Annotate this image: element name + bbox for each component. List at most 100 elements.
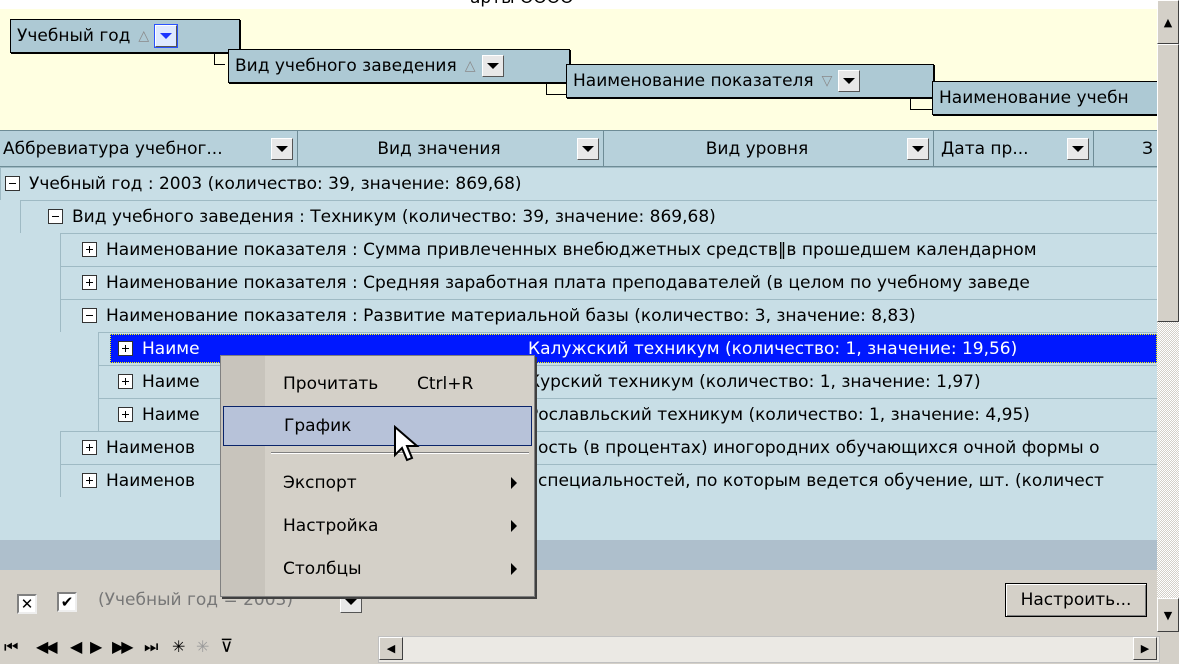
group-chip-label: Учебный год — [17, 26, 131, 46]
menu-item-columns[interactable]: Столбцы — [223, 549, 532, 589]
group-row-year[interactable]: Учебный год : 2003 (количество: 39, знач… — [0, 167, 1157, 200]
group-row-indicator[interactable]: Наименование показателя : Сумма привлече… — [0, 233, 1157, 266]
column-header-row: Аббревиатура учебног... Вид значения Вид… — [0, 130, 1157, 167]
horizontal-scrollbar[interactable]: ◀ ▶ — [378, 636, 1160, 663]
column-header-abbreviation[interactable]: Аббревиатура учебног... — [0, 131, 298, 166]
row-label: специальностей, по которым ведется обуче… — [538, 470, 1104, 491]
row-label: Наименование показателя : Сумма привлече… — [106, 239, 1037, 260]
clear-filter-button[interactable]: ✕ — [17, 594, 37, 614]
collapse-icon[interactable] — [82, 308, 97, 323]
group-row-indicator[interactable]: Наименование показателя : Средняя зарабо… — [0, 266, 1157, 299]
submenu-arrow-icon — [511, 477, 517, 489]
last-record-icon[interactable]: ⏭ — [144, 636, 159, 658]
group-row-institution-selected[interactable]: Наиме Калужский техникум (количество: 1,… — [0, 332, 1157, 365]
sort-asc-icon: △ — [464, 58, 476, 74]
group-chip-indicator-name[interactable]: Наименование показателя ▽ — [566, 64, 934, 98]
insert-record-icon[interactable]: ✳ — [172, 636, 186, 658]
group-row-institution[interactable]: Наиме Курский техникум (количество: 1, з… — [0, 365, 1157, 398]
row-label: Наиме — [142, 338, 200, 359]
submenu-arrow-icon — [511, 520, 517, 532]
chevron-down-icon[interactable] — [154, 24, 179, 48]
menu-item-settings[interactable]: Настройка — [223, 506, 532, 546]
row-label: Вид учебного заведения : Техникум (колич… — [72, 206, 716, 227]
group-chip-label: Вид учебного заведения — [235, 56, 457, 76]
sort-desc-icon: ▽ — [821, 73, 833, 89]
group-row-indicator[interactable]: Наименов ость (в процентах) иногородних … — [0, 431, 1157, 464]
scroll-thumb[interactable] — [1157, 44, 1179, 322]
chevron-down-icon[interactable] — [271, 137, 293, 160]
row-label: Наименов — [106, 470, 196, 491]
submenu-arrow-icon — [511, 563, 517, 575]
group-chip-year[interactable]: Учебный год △ — [10, 19, 240, 53]
prev-page-icon[interactable]: ◀◀ — [36, 636, 58, 658]
collapse-icon[interactable] — [48, 209, 63, 224]
filter-icon[interactable]: ⊽ — [220, 636, 233, 658]
group-row-indicator[interactable]: Наименов специальностей, по которым веде… — [0, 464, 1157, 497]
prev-record-icon[interactable]: ◀ — [70, 636, 82, 658]
chevron-down-icon[interactable] — [481, 55, 504, 77]
expand-icon[interactable] — [82, 473, 97, 488]
column-header-partial[interactable]: З — [1094, 131, 1157, 166]
row-label: Наименование показателя : Средняя зарабо… — [106, 272, 1030, 293]
group-chip-institution-name[interactable]: Наименование учебн — [932, 81, 1179, 115]
column-header-level-type[interactable]: Вид уровня — [604, 131, 934, 166]
chevron-down-icon — [345, 599, 357, 605]
expand-icon[interactable] — [118, 341, 133, 356]
chevron-down-icon[interactable] — [577, 137, 599, 160]
expand-icon[interactable] — [118, 374, 133, 389]
group-row-institution-type[interactable]: Вид учебного заведения : Техникум (колич… — [0, 200, 1157, 233]
row-label: Рославльский техникум (количество: 1, зн… — [528, 404, 1030, 425]
column-header-value-type[interactable]: Вид значения — [298, 131, 604, 166]
data-grid: Учебный год : 2003 (количество: 39, знач… — [0, 167, 1157, 540]
next-page-icon[interactable]: ▶▶ — [112, 636, 134, 658]
group-row-institution[interactable]: Наиме Рославльский техникум (количество:… — [0, 398, 1157, 431]
scroll-right-button[interactable]: ▶ — [1133, 637, 1157, 660]
menu-item-chart[interactable]: График — [223, 406, 532, 446]
vertical-scrollbar[interactable]: ▲ ▼ — [1157, 0, 1179, 632]
first-record-icon[interactable]: ⏮ — [4, 636, 19, 658]
row-label: Наименование показателя : Развитие матер… — [106, 305, 916, 326]
chevron-down-icon[interactable] — [1067, 137, 1089, 160]
group-connector — [910, 97, 933, 110]
group-connector — [546, 82, 567, 95]
chevron-down-icon[interactable] — [907, 137, 929, 160]
check-icon: ✔ — [60, 593, 74, 611]
row-label: ость (в процентах) иногородних обучающих… — [538, 437, 1100, 458]
row-label: Наиме — [142, 404, 200, 425]
group-connector — [214, 52, 225, 65]
scroll-track[interactable] — [1157, 322, 1179, 598]
row-label: Наиме — [142, 371, 200, 392]
menu-shortcut: Ctrl+R — [417, 374, 474, 394]
group-row-indicator[interactable]: Наименование показателя : Развитие матер… — [0, 299, 1157, 332]
chevron-down-icon[interactable] — [838, 70, 861, 92]
top-title-fragment: арты ОООО — [470, 0, 573, 8]
row-label: Калужский техникум (количество: 1, значе… — [528, 338, 1018, 359]
expand-icon[interactable] — [82, 275, 97, 290]
scroll-down-button[interactable]: ▼ — [1157, 598, 1179, 632]
expand-icon[interactable] — [118, 407, 133, 422]
delete-record-icon[interactable]: ✳ — [196, 636, 210, 658]
collapse-icon[interactable] — [5, 176, 20, 191]
scroll-up-button[interactable]: ▲ — [1157, 0, 1179, 44]
menu-item-export[interactable]: Экспорт — [223, 463, 532, 503]
column-header-date[interactable]: Дата пр... — [934, 131, 1094, 166]
expand-icon[interactable] — [82, 242, 97, 257]
filter-bar: ✕ ✔ (Учебный год = 2003) Настроить... — [0, 570, 1157, 632]
next-record-icon[interactable]: ▶ — [90, 636, 102, 658]
expand-icon[interactable] — [82, 440, 97, 455]
mouse-cursor-icon — [394, 425, 420, 462]
context-menu: Прочитать Ctrl+R График Экспорт Настройк… — [220, 355, 535, 597]
group-chip-label: Наименование учебн — [939, 88, 1129, 108]
group-chip-label: Наименование показателя — [573, 71, 814, 91]
record-navigator: ⏮ ◀◀ ◀ ▶ ▶▶ ⏭ ✳ ✳ ⊽ ◀ ▶ — [0, 632, 1179, 664]
filter-enabled-checkbox[interactable]: ✔ — [57, 592, 77, 612]
sort-asc-icon: △ — [138, 28, 150, 44]
row-label: Наименов — [106, 437, 196, 458]
grid-footer-band — [0, 540, 1157, 570]
close-icon: ✕ — [20, 595, 34, 613]
customize-filter-button[interactable]: Настроить... — [1005, 583, 1147, 617]
menu-item-read[interactable]: Прочитать Ctrl+R — [223, 364, 532, 404]
group-chip-institution-type[interactable]: Вид учебного заведения △ — [228, 49, 570, 83]
scroll-left-button[interactable]: ◀ — [379, 637, 403, 660]
row-label: Курский техникум (количество: 1, значени… — [528, 371, 981, 392]
